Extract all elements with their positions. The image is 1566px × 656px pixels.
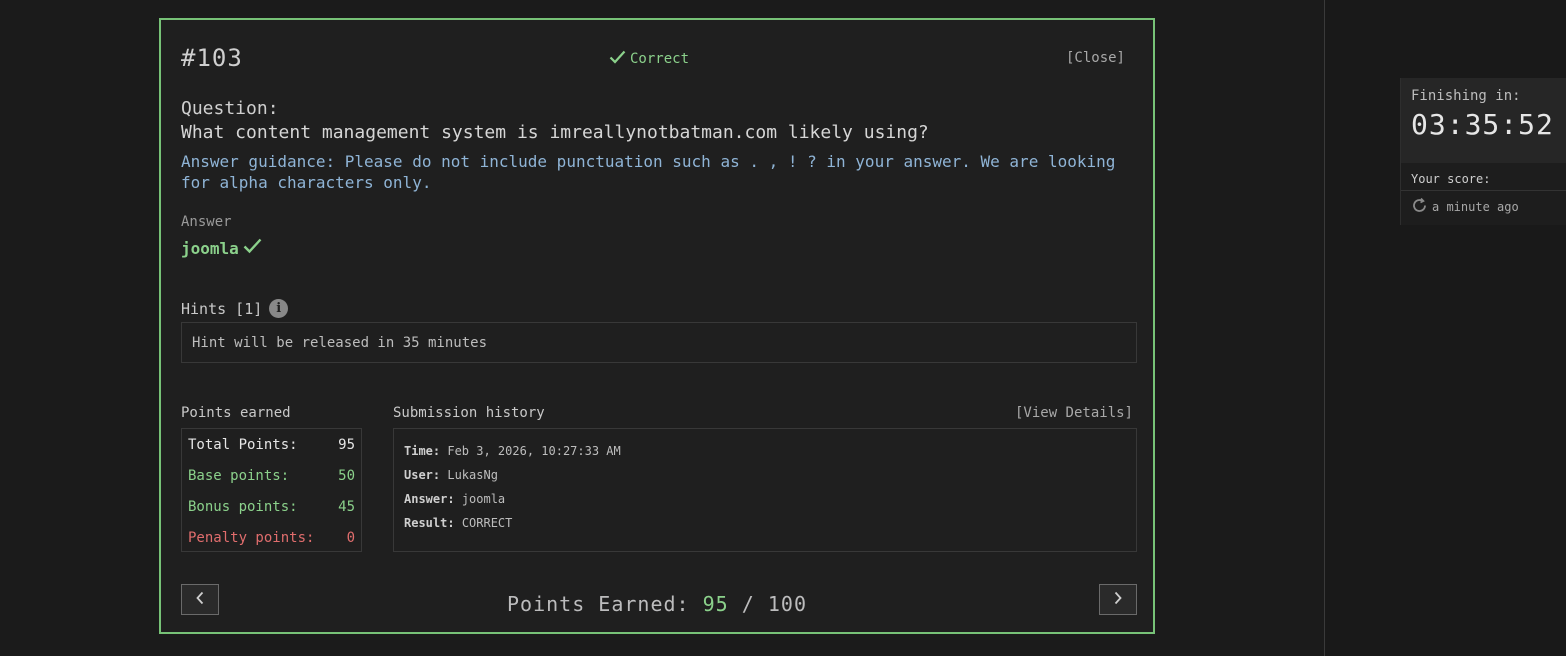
answer-text: joomla bbox=[181, 238, 239, 258]
total-points-row: Total Points: 95 bbox=[188, 433, 355, 464]
footer-label: Points Earned: bbox=[507, 592, 690, 616]
row-label: Total Points: bbox=[188, 437, 298, 453]
close-button[interactable]: [Close] bbox=[1066, 50, 1125, 66]
hints-header: Hints [1] i bbox=[181, 299, 289, 318]
countdown-timer: 03:35:52 bbox=[1411, 108, 1554, 141]
bonus-points-row: Bonus points: 45 bbox=[188, 495, 355, 526]
row-label: Base points: bbox=[188, 468, 290, 484]
submission-key: Time: bbox=[404, 444, 441, 458]
total-points: 100 bbox=[767, 592, 807, 616]
row-value: 95 bbox=[338, 437, 355, 453]
base-points-row: Base points: 50 bbox=[188, 464, 355, 495]
submission-key: User: bbox=[404, 468, 441, 482]
status-badge: Correct bbox=[609, 50, 689, 68]
finishing-label: Finishing in: bbox=[1411, 88, 1521, 104]
check-icon bbox=[609, 50, 626, 68]
earned-points: 95 bbox=[702, 592, 729, 616]
score-updated-text: a minute ago bbox=[1432, 200, 1519, 214]
refresh-icon bbox=[1411, 197, 1428, 217]
row-value: 0 bbox=[346, 530, 355, 546]
points-earned-summary: Points Earned: 95 / 100 bbox=[161, 592, 1153, 616]
question-text: What content management system is imreal… bbox=[181, 122, 929, 143]
hints-label: Hints [1] bbox=[181, 299, 263, 318]
submission-box: Time: Feb 3, 2026, 10:27:33 AM User: Luk… bbox=[393, 428, 1137, 552]
submission-row: User: LukasNg bbox=[404, 463, 1126, 487]
submission-value: LukasNg bbox=[447, 468, 498, 482]
submission-value: Feb 3, 2026, 10:27:33 AM bbox=[447, 444, 621, 458]
question-number: #103 bbox=[181, 44, 243, 72]
row-value: 50 bbox=[338, 468, 355, 484]
row-value: 45 bbox=[338, 499, 355, 515]
submission-value: joomla bbox=[461, 492, 506, 506]
view-details-button[interactable]: [View Details] bbox=[1015, 405, 1133, 421]
points-label: Points earned bbox=[181, 405, 291, 421]
answer-value: joomla bbox=[181, 238, 262, 258]
row-label: Penalty points: bbox=[188, 530, 315, 546]
check-icon bbox=[243, 238, 262, 258]
submission-row: Result: CORRECT bbox=[404, 511, 1126, 535]
timer-panel: Finishing in: 03:35:52 Your score: a min… bbox=[1400, 78, 1566, 225]
submission-history-label: Submission history bbox=[393, 405, 545, 421]
submission-row: Answer: joomla bbox=[404, 487, 1126, 511]
timer-section: Finishing in: 03:35:52 bbox=[1401, 78, 1566, 163]
submission-value: CORRECT bbox=[461, 516, 513, 530]
hint-message: Hint will be released in 35 minutes bbox=[192, 335, 488, 351]
footer-separator: / bbox=[741, 592, 755, 616]
penalty-points-row: Penalty points: 0 bbox=[188, 526, 355, 557]
score-refresh[interactable]: a minute ago bbox=[1401, 191, 1566, 223]
row-label: Bonus points: bbox=[188, 499, 298, 515]
answer-guidance: Answer guidance: Please do not include p… bbox=[181, 152, 1116, 192]
submission-row: Time: Feb 3, 2026, 10:27:33 AM bbox=[404, 439, 1126, 463]
points-box: Total Points: 95 Base points: 50 Bonus p… bbox=[181, 428, 362, 552]
hint-box: Hint will be released in 35 minutes bbox=[181, 322, 1137, 363]
question-modal: #103 Correct [Close] Question: What cont… bbox=[159, 18, 1155, 634]
submission-key: Result: bbox=[404, 516, 455, 530]
question-label: Question: bbox=[181, 98, 279, 119]
status-text: Correct bbox=[630, 51, 690, 67]
info-icon[interactable]: i bbox=[269, 299, 289, 318]
submission-key: Answer: bbox=[404, 492, 455, 506]
answer-label: Answer bbox=[181, 214, 232, 230]
score-label: Your score: bbox=[1401, 163, 1566, 191]
